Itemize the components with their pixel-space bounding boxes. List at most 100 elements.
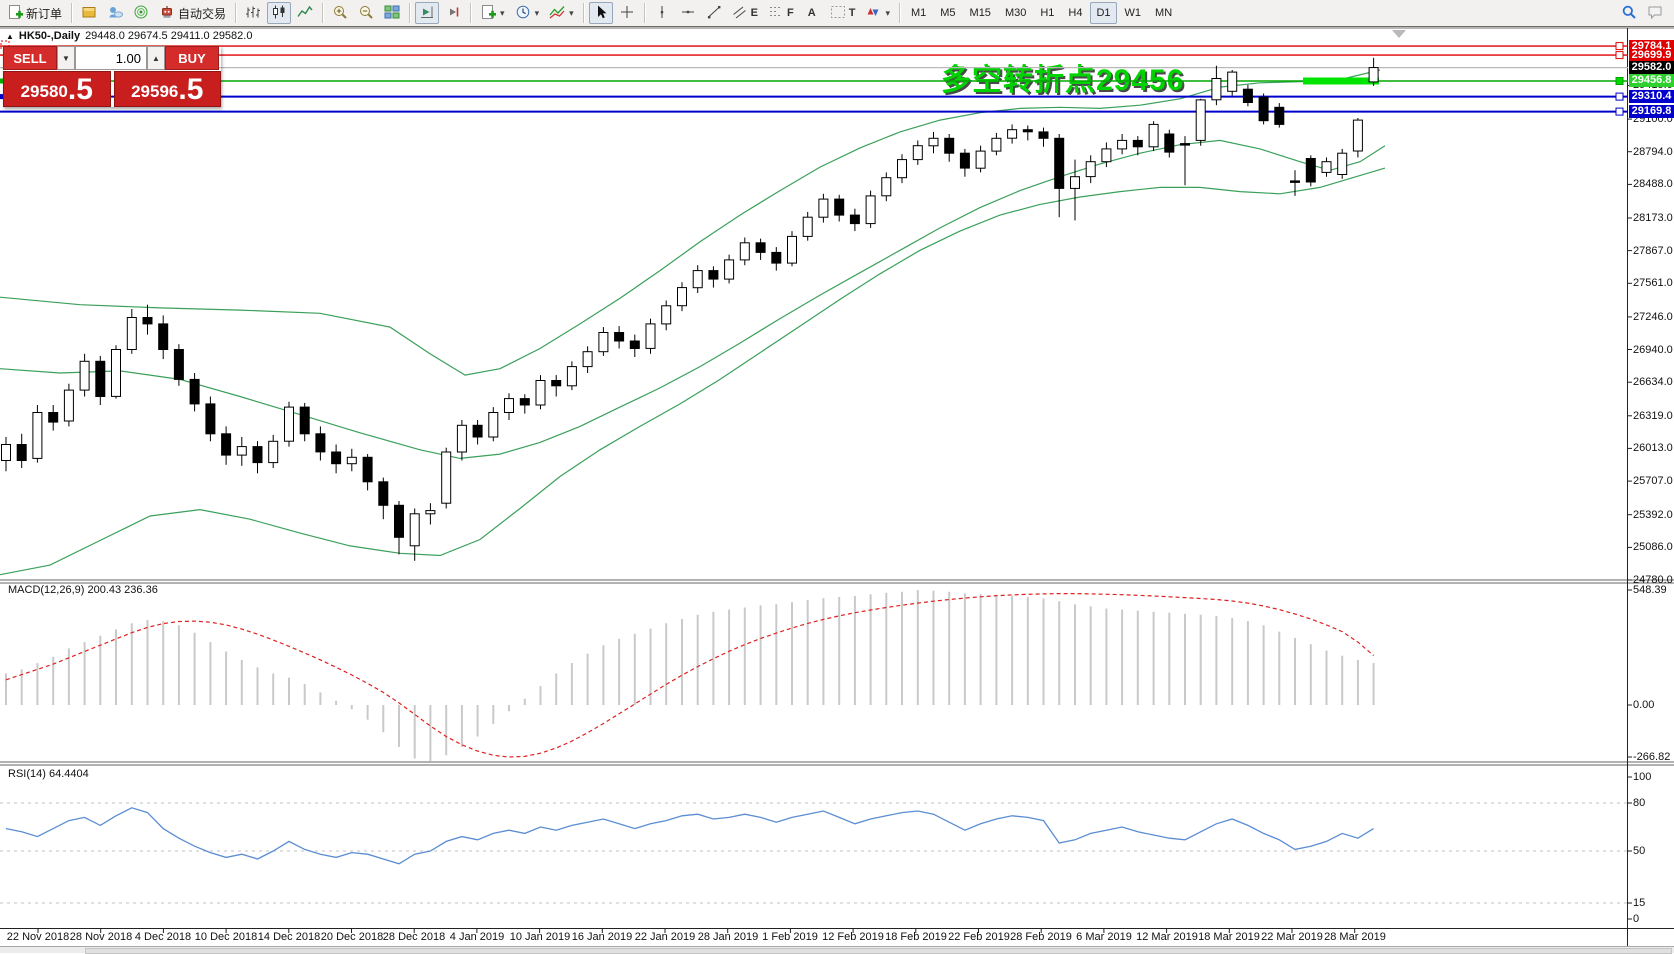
date-axis-label: 12 Feb 2019 [822,931,884,943]
macd-label: MACD(12,26,9) 200.43 236.36 [8,584,158,596]
toolbar-separator [71,3,72,23]
ask-pips: .5 [178,76,203,104]
community-button[interactable] [103,2,127,24]
bollinger-lower-band [0,168,1385,575]
bar-chart-button[interactable] [241,2,265,24]
new-chart-button[interactable]: ▾ [476,2,509,24]
search-button[interactable] [1617,2,1641,24]
chart-canvas[interactable] [0,0,1674,953]
cursor-button[interactable] [589,2,613,24]
dropdown-caret-icon: ▾ [500,8,505,19]
chat-icon [1647,4,1663,23]
autotrading-button[interactable]: 自动交易 [155,2,230,24]
volume-increase-button[interactable]: ▲ [147,46,165,70]
chart-shift-button[interactable] [441,2,465,24]
trendline-button-icon [706,4,722,23]
date-axis-label: 4 Dec 2018 [135,931,191,943]
chart-title-line: ▲ HK50-,Daily 29448.0 29674.5 29411.0 29… [6,30,252,42]
vertical-line-button-icon [654,4,670,23]
price-line-label: 29582.0 [1629,61,1674,74]
chart-window[interactable]: 多空转折点29456 ▲ HK50-,Daily 29448.0 29674.5… [0,0,1674,953]
date-axis-label: 10 Jan 2019 [510,931,571,943]
volume-decrease-button[interactable]: ▼ [57,46,75,70]
channel-button[interactable]: E [728,2,762,24]
crosshair-button-icon [619,4,635,23]
channel-button-icon [732,4,748,23]
rsi-label: RSI(14) 64.4404 [8,768,89,780]
zoom-in-button[interactable] [328,2,352,24]
price-line-label: 29169.8 [1629,105,1674,118]
date-axis-label: 16 Jan 2019 [572,931,633,943]
price-line-label: 29456.8 [1629,74,1674,87]
price-axis-tick: 25392.0 [1633,509,1673,521]
timeframe-M1-button[interactable]: M1 [905,2,932,24]
timeframe-M5-button[interactable]: M5 [934,2,961,24]
community-button-icon [107,4,123,23]
toolbar-separator [470,3,471,23]
signals-button[interactable] [129,2,153,24]
buy-button[interactable]: BUY [165,46,219,70]
sell-button[interactable]: SELL [3,46,57,70]
candle-chart-button-icon [271,4,287,23]
price-axis-tick: 28794.0 [1633,146,1673,158]
price-axis-tick: 26319.0 [1633,410,1673,422]
dropdown-caret-icon: ▾ [535,8,540,19]
search-icon [1621,4,1637,23]
fibonacci-button-icon [768,4,784,23]
line-chart-button-icon [297,4,313,23]
symbol-title: HK50-,Daily [19,30,80,42]
rsi-axis-tick: 100 [1633,771,1651,783]
trendline-button[interactable] [702,2,726,24]
arrows-button-icon [865,4,881,23]
vertical-line-button[interactable] [650,2,674,24]
arrows-button[interactable]: ▾ [861,2,894,24]
timeframe-D1-button[interactable]: D1 [1090,2,1116,24]
date-axis-label: 28 Jan 2019 [698,931,759,943]
price-axis-tick: 27561.0 [1633,277,1673,289]
collapse-icon[interactable]: ▲ [6,32,14,41]
horizontal-line-button[interactable] [676,2,700,24]
line-chart-button[interactable] [293,2,317,24]
toolbar-separator [235,3,236,23]
macd-axis-tick: 0.00 [1633,699,1654,711]
new-order-button[interactable]: 新订单 [3,2,66,24]
volume-input[interactable] [76,47,146,69]
date-axis-label: 28 Feb 2019 [1010,931,1072,943]
date-axis-label: 1 Feb 2019 [762,931,818,943]
ask-price-box[interactable]: 29596 .5 [114,71,222,107]
timeframe-M15-button[interactable]: M15 [964,2,997,24]
label-button[interactable]: T [826,2,860,24]
rsi-line [6,808,1374,864]
price-axis-tick: 26940.0 [1633,344,1673,356]
date-axis-label: 18 Feb 2019 [885,931,947,943]
chart-window-button[interactable] [77,2,101,24]
toolbar-separator [583,3,584,23]
bid-price-box[interactable]: 29580 .5 [3,71,111,107]
chat-button[interactable] [1643,2,1667,24]
indicators-button[interactable]: ▾ [545,2,578,24]
profiles-button[interactable]: ▾ [511,2,544,24]
zoom-out-button[interactable] [354,2,378,24]
date-axis-label: 28 Nov 2018 [70,931,132,943]
date-axis-label: 20 Dec 2018 [321,931,383,943]
price-axis-tick: 28173.0 [1633,212,1673,224]
crosshair-button[interactable] [615,2,639,24]
timeframe-W1-button[interactable]: W1 [1119,2,1148,24]
signals-button-icon [133,4,149,23]
auto-scroll-button[interactable] [415,2,439,24]
scrollbar-track[interactable] [85,948,1672,954]
timeframe-H1-button[interactable]: H1 [1034,2,1060,24]
candle-chart-button[interactable] [267,2,291,24]
timeframe-M30-button[interactable]: M30 [999,2,1032,24]
price-axis-tick: 25707.0 [1633,475,1673,487]
toolbar-separator [644,3,645,23]
text-button[interactable]: A [800,2,824,24]
horizontal-scrollbar[interactable] [0,946,1674,953]
ask-main: 29596 [131,80,178,104]
date-axis-label: 22 Feb 2019 [948,931,1010,943]
timeframe-H4-button[interactable]: H4 [1062,2,1088,24]
date-axis-label: 6 Mar 2019 [1076,931,1132,943]
tile-windows-button[interactable] [380,2,404,24]
fibonacci-button[interactable]: F [764,2,798,24]
timeframe-MN-button[interactable]: MN [1149,2,1178,24]
